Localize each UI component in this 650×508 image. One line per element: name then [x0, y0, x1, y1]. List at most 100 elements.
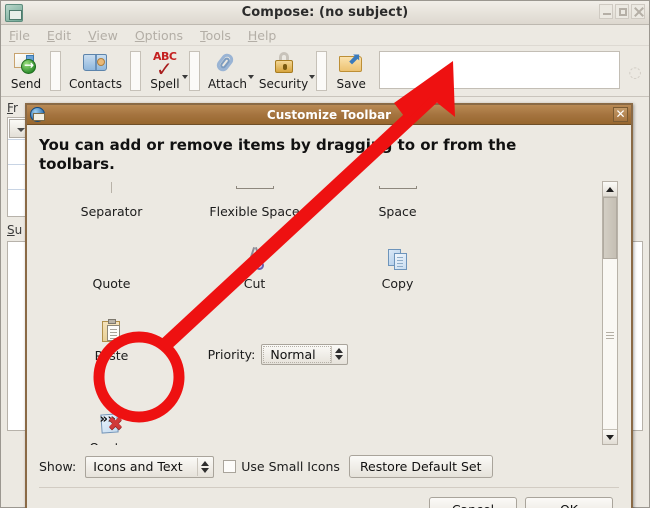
quotes-icon: »» ✖ — [99, 412, 124, 435]
toolbar-button-send[interactable]: Send — [4, 48, 48, 96]
menu-file[interactable]: File — [9, 28, 30, 43]
palette-item-copy[interactable]: Copy — [326, 237, 469, 309]
use-small-icons-checkbox[interactable] — [223, 460, 237, 473]
palette-item-flexible-space[interactable]: Flexible Space — [183, 181, 326, 237]
palette-item-separator-label: Separator — [80, 204, 143, 219]
palette-item-paste[interactable]: Paste — [40, 309, 183, 381]
palette-item-cut-label: Cut — [243, 276, 266, 291]
copy-icon — [385, 246, 411, 272]
menu-view[interactable]: View — [88, 28, 118, 43]
window-controls — [599, 4, 645, 19]
dialog-close-button[interactable]: ✕ — [613, 107, 628, 122]
paperclip-icon — [214, 50, 240, 76]
priority-control: Priority: Normal — [207, 343, 349, 365]
palette-item-quotes-label: Quotes — [89, 440, 134, 445]
minimize-button[interactable] — [599, 4, 613, 19]
palette-item-priority[interactable]: Priority: Normal — [183, 309, 373, 381]
priority-spinner-icon[interactable] — [331, 345, 346, 363]
palette-item-flexible-space-label: Flexible Space — [209, 204, 300, 219]
menu-options-label: ptions — [144, 27, 184, 43]
toolbar-button-attach-label: Attach — [207, 77, 247, 91]
palette-item-copy-label: Copy — [381, 276, 414, 291]
priority-value: Normal — [263, 345, 332, 363]
priority-dropdown[interactable]: Normal — [261, 343, 349, 365]
palette-item-separator[interactable]: Separator — [40, 181, 183, 237]
toolbar-button-spell[interactable]: ABC ✓ Spell — [143, 48, 188, 96]
compose-titlebar: Compose: (no subject) — [1, 1, 649, 25]
menu-help[interactable]: Help — [248, 28, 277, 43]
divider — [39, 487, 619, 488]
item-palette[interactable]: Separator Flexible Space Space Quote Cut… — [40, 181, 598, 445]
palette-item-paste-label: Paste — [94, 348, 129, 363]
menu-help-label: elp — [257, 27, 277, 43]
dialog-instructions: You can add or remove items by dragging … — [39, 136, 517, 173]
show-spinner-icon[interactable] — [197, 457, 212, 476]
use-small-icons-label: Use Small Icons — [241, 459, 340, 474]
toolbar-separator — [316, 51, 328, 91]
save-folder-icon: ⬈ — [338, 50, 364, 76]
palette-item-space[interactable]: Space — [326, 181, 469, 237]
close-button[interactable] — [631, 4, 645, 19]
ok-button[interactable]: OK — [525, 497, 613, 508]
scroll-up-icon[interactable] — [603, 182, 617, 197]
toolbar-separator — [50, 51, 61, 91]
flexible-space-mark-icon — [235, 181, 274, 201]
palette-area: Separator Flexible Space Space Quote Cut… — [39, 180, 619, 446]
menubar: File Edit View Options Tools Help — [1, 25, 649, 46]
page-title: Compose: (no subject) — [241, 5, 409, 20]
toolbar-button-save[interactable]: ⬈ Save — [329, 48, 373, 96]
palette-item-quote[interactable]: Quote — [40, 237, 183, 309]
scrollbar-grip-icon — [606, 332, 614, 333]
dialog-titlebar: Customize Toolbar ✕ — [27, 105, 631, 125]
toolbar-button-save-label: Save — [336, 77, 366, 91]
menu-edit[interactable]: Edit — [47, 28, 71, 43]
menu-edit-label: dit — [54, 27, 72, 43]
toolbar-drop-target[interactable] — [379, 51, 620, 89]
palette-item-quote-label: Quote — [92, 276, 131, 291]
customize-toolbar-dialog: Customize Toolbar ✕ You can add or remov… — [25, 103, 633, 508]
scrollbar-track[interactable] — [603, 197, 617, 429]
palette-item-cut[interactable]: Cut — [183, 237, 326, 309]
menu-tools[interactable]: Tools — [200, 28, 231, 43]
paste-icon — [99, 318, 125, 344]
space-mark-icon — [378, 181, 417, 201]
palette-item-quotes[interactable]: »»✖ Quotes — [40, 401, 183, 445]
use-small-icons-checkbox-wrap[interactable]: Use Small Icons — [223, 459, 340, 474]
menu-options[interactable]: Options — [135, 28, 183, 43]
toolbar-button-security-label: Security — [258, 77, 309, 91]
priority-label: Priority: — [207, 346, 256, 362]
dialog-footer: Cancel OK — [39, 497, 619, 508]
cut-icon — [242, 246, 268, 272]
toolbar-button-security[interactable]: Security — [253, 48, 316, 96]
toolbar-separator — [129, 51, 141, 91]
toolbar-button-send-label: Send — [10, 77, 42, 91]
toolbar-separator — [188, 51, 200, 91]
spell-check-icon: ABC ✓ — [152, 50, 177, 81]
palette-scrollbar[interactable] — [602, 181, 618, 445]
menu-view-label: iew — [96, 27, 118, 43]
dialog-title: Customize Toolbar — [266, 107, 392, 122]
toolbar-button-attach[interactable]: Attach — [202, 48, 254, 96]
padlock-icon — [271, 50, 297, 76]
toolbar-button-contacts-label: Contacts — [69, 77, 122, 91]
toolbar-button-contacts[interactable]: Contacts — [63, 48, 128, 96]
dialog-body: You can add or remove items by dragging … — [27, 126, 631, 508]
screenshot-root: Compose: (no subject) File Edit View Opt… — [0, 0, 650, 508]
scroll-down-icon[interactable] — [603, 429, 617, 444]
show-label: Show: — [39, 459, 77, 474]
show-options-row: Show: Icons and Text Use Small Icons Res… — [39, 446, 619, 487]
compose-toolbar: Send Contacts ABC✓ Spell — [1, 46, 649, 97]
maximize-button[interactable] — [615, 4, 629, 19]
cancel-button[interactable]: Cancel — [429, 497, 517, 508]
contacts-icon — [82, 50, 108, 76]
menu-tools-label: ools — [205, 27, 231, 43]
palette-item-space-label: Space — [378, 204, 417, 219]
chevron-down-icon[interactable] — [181, 75, 188, 79]
send-icon — [13, 50, 39, 76]
restore-default-set-button[interactable]: Restore Default Set — [348, 455, 493, 478]
throbber-spinner-icon: ◌ — [628, 63, 642, 81]
show-dropdown[interactable]: Icons and Text — [85, 455, 215, 478]
show-value: Icons and Text — [93, 459, 183, 474]
scrollbar-thumb[interactable] — [603, 197, 617, 259]
chevron-down-icon[interactable] — [309, 75, 316, 79]
